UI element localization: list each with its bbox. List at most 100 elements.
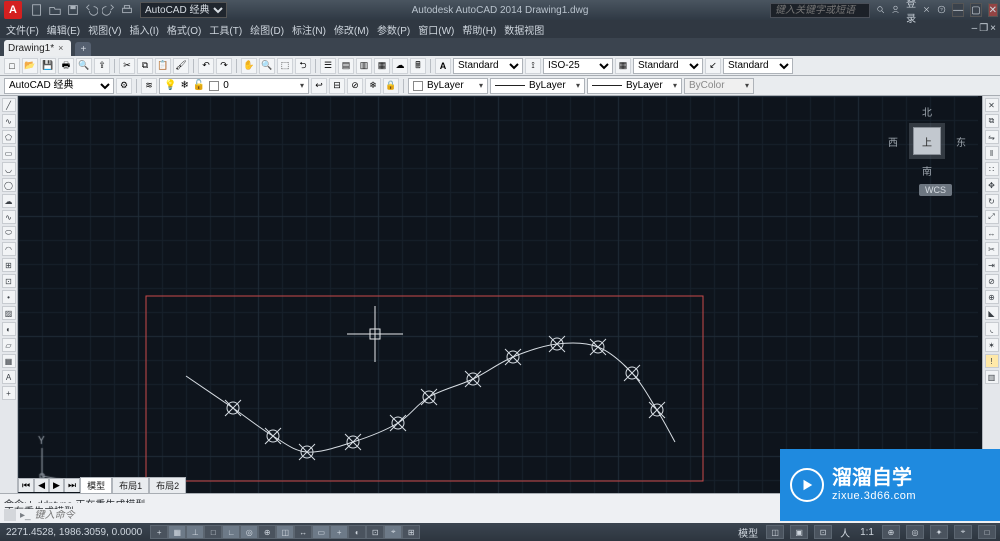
hatch-icon[interactable]: ▨ — [2, 306, 16, 320]
dimstyle-icon[interactable]: ⟟ — [525, 58, 541, 74]
menu-dataview[interactable]: 数据视图 — [502, 22, 546, 37]
toggle-ducs[interactable]: ↔ — [294, 525, 312, 539]
layer-iso-icon[interactable]: ⊟ — [329, 78, 345, 94]
layout-scroll-last-icon[interactable]: ⏭ — [64, 478, 80, 492]
tool-redo-icon[interactable]: ↷ — [216, 58, 232, 74]
mleaderstyle-select[interactable]: Standard — [723, 58, 793, 74]
toggle-osnap[interactable]: ◎ — [240, 525, 258, 539]
layout-scroll-first-icon[interactable]: ⏮ — [18, 478, 34, 492]
tool-copy-icon[interactable]: ⧉ — [137, 58, 153, 74]
tool-zoomprev-icon[interactable]: ⮌ — [295, 58, 311, 74]
status-annosync-icon[interactable]: ⊕ — [882, 525, 900, 539]
tool-printpreview-icon[interactable]: 🔍 — [76, 58, 92, 74]
trim-icon[interactable]: ✂ — [985, 242, 999, 256]
search-icon[interactable] — [876, 5, 885, 14]
lineweight-combo[interactable]: ByLayer ▾ — [587, 78, 682, 94]
dimstyle-select[interactable]: ISO-25 — [543, 58, 613, 74]
annomonitor-icon[interactable]: ! — [985, 354, 999, 368]
toggle-infer[interactable]: + — [150, 525, 168, 539]
line-icon[interactable]: ╱ — [2, 98, 16, 112]
toggle-qp[interactable]: ⊡ — [366, 525, 384, 539]
menu-insert[interactable]: 插入(I) — [127, 22, 160, 37]
ellipse-icon[interactable]: ⬭ — [2, 226, 16, 240]
layout-scroll-next-icon[interactable]: ▶ — [49, 478, 64, 492]
break-icon[interactable]: ⊘ — [985, 274, 999, 288]
layout-scroll-prev-icon[interactable]: ◀ — [34, 478, 49, 492]
drawing-canvas[interactable]: 北 南 西 东 上 WCS ⏮ ◀ ▶ ⏭ 模型 布局1 布局2 — [18, 96, 982, 493]
menu-format[interactable]: 格式(O) — [165, 22, 203, 37]
tool-save-icon[interactable]: 💾 — [40, 58, 56, 74]
layer-combo[interactable]: 💡 ❄ 🔓 0 ▾ — [159, 78, 309, 94]
undo-icon[interactable] — [84, 3, 98, 17]
tool-sheetset-icon[interactable]: ▦ — [374, 58, 390, 74]
menu-file[interactable]: 文件(F) — [4, 22, 41, 37]
tool-quickcalc-icon[interactable]: 🖩 — [410, 58, 426, 74]
workspace-select[interactable]: AutoCAD 经典 — [140, 2, 227, 18]
toggle-lwt[interactable]: + — [330, 525, 348, 539]
document-tab-close-icon[interactable]: × — [58, 43, 63, 53]
tool-toolpalette-icon[interactable]: ▥ — [356, 58, 372, 74]
view-cube[interactable]: 北 南 西 东 上 — [892, 106, 962, 176]
menu-tools[interactable]: 工具(T) — [207, 22, 244, 37]
tool-properties-icon[interactable]: ☰ — [320, 58, 336, 74]
status-annoscale-menu[interactable]: 人 — [838, 525, 852, 540]
toggle-grid[interactable]: ⊥ — [186, 525, 204, 539]
menu-help[interactable]: 帮助(H) — [460, 22, 498, 37]
tool-zoomwin-icon[interactable]: ⬚ — [277, 58, 293, 74]
addselected-icon[interactable]: + — [2, 386, 16, 400]
tool-matchprop-icon[interactable]: 🖌 — [173, 58, 189, 74]
menu-draw[interactable]: 绘图(D) — [248, 22, 286, 37]
menu-param[interactable]: 参数(P) — [375, 22, 412, 37]
tablestyle-icon[interactable]: ▦ — [615, 58, 631, 74]
stretch-icon[interactable]: ↔ — [985, 226, 999, 240]
print-icon[interactable] — [120, 3, 134, 17]
maximize-button[interactable]: ▢ — [970, 3, 981, 17]
linetype-combo[interactable]: ByLayer ▾ — [490, 78, 585, 94]
status-scale[interactable]: 1:1 — [858, 527, 876, 538]
textstyle-select[interactable]: Standard — [453, 58, 523, 74]
tab-layout1[interactable]: 布局1 — [112, 477, 149, 493]
rectangle-icon[interactable]: ▭ — [2, 146, 16, 160]
layer-manager-icon[interactable]: ≋ — [141, 78, 157, 94]
chamfer-icon[interactable]: ◣ — [985, 306, 999, 320]
mtext-icon[interactable]: A — [2, 370, 16, 384]
makeblock-icon[interactable]: ⊡ — [2, 274, 16, 288]
status-quickview-layouts-icon[interactable]: ◫ — [766, 525, 784, 539]
tablestyle-select[interactable]: Standard — [633, 58, 703, 74]
explode-icon[interactable]: ✶ — [985, 338, 999, 352]
toggle-3dosnap[interactable]: ⊕ — [258, 525, 276, 539]
exchange-icon[interactable] — [922, 5, 931, 14]
copy2-icon[interactable]: ⧉ — [985, 114, 999, 128]
toggle-tpy[interactable]: ◐ — [348, 525, 366, 539]
new-document-tab-button[interactable]: + — [75, 42, 91, 56]
menu-view[interactable]: 视图(V) — [86, 22, 123, 37]
tool-paste-icon[interactable]: 📋 — [155, 58, 171, 74]
status-hardwareaccel-icon[interactable]: ⌖ — [954, 525, 972, 539]
region-icon[interactable]: ▱ — [2, 338, 16, 352]
scale-icon[interactable]: ⤢ — [985, 210, 999, 224]
signin-label[interactable]: 登录 — [906, 0, 916, 25]
status-isolate-icon[interactable]: □ — [978, 525, 996, 539]
erase-icon[interactable]: ✕ — [985, 98, 999, 112]
status-ws-switch-icon[interactable]: ◎ — [906, 525, 924, 539]
arc-icon[interactable]: ◡ — [2, 162, 16, 176]
tool-designcenter-icon[interactable]: ▤ — [338, 58, 354, 74]
array-icon[interactable]: ∷ — [985, 162, 999, 176]
commandline-chevron-icon[interactable]: ▸_ — [20, 510, 31, 521]
workspace-combo[interactable]: AutoCAD 经典 — [4, 78, 114, 94]
save-icon[interactable] — [66, 3, 80, 17]
mleaderstyle-icon[interactable]: ↙ — [705, 58, 721, 74]
user-icon[interactable] — [891, 5, 900, 14]
join-icon[interactable]: ⊕ — [985, 290, 999, 304]
tool-print-icon[interactable]: 🖶 — [58, 58, 74, 74]
fillet-icon[interactable]: ◟ — [985, 322, 999, 336]
viewcube-south[interactable]: 南 — [892, 163, 962, 178]
open-icon[interactable] — [48, 3, 62, 17]
status-quickview-drawings-icon[interactable]: ▣ — [790, 525, 808, 539]
status-modelspace[interactable]: 模型 — [736, 525, 760, 540]
rotate-icon[interactable]: ↻ — [985, 194, 999, 208]
new-icon[interactable] — [30, 3, 44, 17]
tool-markupicon[interactable]: ☁ — [392, 58, 408, 74]
tool-pan-icon[interactable]: ✋ — [241, 58, 257, 74]
tool-open-icon[interactable]: 📂 — [22, 58, 38, 74]
